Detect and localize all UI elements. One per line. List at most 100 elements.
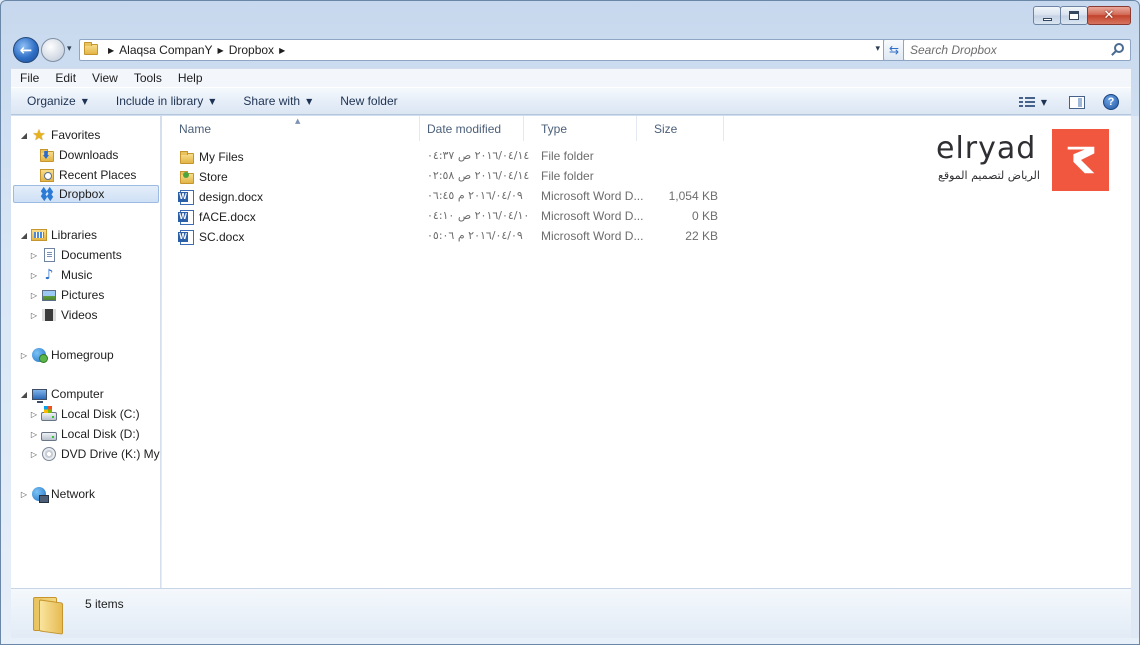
back-button[interactable]: ← bbox=[13, 37, 39, 63]
logo-tagline: الرياض لتصميم الموقع bbox=[938, 169, 1040, 182]
file-type: Microsoft Word D... bbox=[541, 229, 644, 243]
navigation-pane: ◢ ★ Favorites Downloads Recent Places Dr… bbox=[11, 116, 161, 588]
sidebar-item-label: Recent Places bbox=[59, 168, 137, 182]
file-name-label: Store bbox=[199, 170, 228, 184]
collapsed-toggle-icon[interactable]: ▷ bbox=[29, 410, 39, 419]
sidebar-item-videos[interactable]: ▷ Videos bbox=[29, 306, 98, 324]
new-folder-button[interactable]: New folder bbox=[324, 94, 409, 108]
logo-glyph-icon bbox=[1067, 146, 1094, 174]
help-icon[interactable]: ? bbox=[1103, 94, 1119, 110]
expanded-toggle-icon[interactable]: ◢ bbox=[19, 131, 29, 140]
menu-edit[interactable]: Edit bbox=[46, 71, 83, 85]
column-header-date[interactable]: Date modified bbox=[410, 116, 524, 141]
include-in-library-button[interactable]: Include in library ▼ bbox=[100, 94, 228, 108]
breadcrumb-separator-icon[interactable]: ▶ bbox=[218, 46, 224, 55]
libraries-icon bbox=[31, 227, 47, 243]
file-type: Microsoft Word D... bbox=[541, 189, 644, 203]
expanded-toggle-icon[interactable]: ◢ bbox=[19, 390, 29, 399]
file-date: ٢٠١٦/٠٤/٠٩ م ٠٥:٠٦ bbox=[427, 229, 523, 242]
organize-button[interactable]: Organize ▼ bbox=[11, 94, 100, 108]
table-row[interactable]: design.docx ٢٠١٦/٠٤/٠٩ م ٠٦:٤٥ Microsoft… bbox=[162, 186, 722, 206]
close-button[interactable]: ✕ bbox=[1087, 6, 1131, 25]
collapsed-toggle-icon[interactable]: ▷ bbox=[29, 271, 39, 280]
collapsed-toggle-icon[interactable]: ▷ bbox=[29, 291, 39, 300]
collapsed-toggle-icon[interactable]: ▷ bbox=[19, 490, 29, 499]
videos-icon bbox=[41, 307, 57, 323]
collapsed-toggle-icon[interactable]: ▷ bbox=[29, 450, 39, 459]
chevron-down-icon: ▼ bbox=[81, 96, 88, 106]
sidebar-item-local-disk-c[interactable]: ▷ Local Disk (C:) bbox=[29, 405, 140, 423]
sidebar-item-music[interactable]: ▷ ♪ Music bbox=[29, 266, 92, 284]
breadcrumb-separator-icon[interactable]: ▶ bbox=[108, 46, 114, 55]
sidebar-item-label: Documents bbox=[61, 248, 122, 262]
address-history-dropdown-icon[interactable]: ▾ bbox=[875, 44, 880, 54]
command-bar-right: ▼ ? bbox=[1018, 88, 1131, 116]
logo-mark-icon bbox=[1052, 129, 1109, 191]
sidebar-item-label: Local Disk (D:) bbox=[61, 427, 140, 441]
search-icon[interactable] bbox=[1114, 43, 1124, 53]
back-arrow-icon: ← bbox=[19, 40, 33, 59]
sidebar-item-local-disk-d[interactable]: ▷ Local Disk (D:) bbox=[29, 425, 140, 443]
expanded-toggle-icon[interactable]: ◢ bbox=[19, 231, 29, 240]
sidebar-item-label: Favorites bbox=[51, 128, 101, 142]
address-bar[interactable]: ▶ Alaqsa CompanY ▶ Dropbox ▶ ▾ ⇆ bbox=[79, 39, 905, 61]
maximize-button[interactable] bbox=[1060, 6, 1088, 25]
menu-help[interactable]: Help bbox=[169, 71, 210, 85]
dropbox-icon bbox=[39, 186, 55, 202]
sidebar-item-label: Computer bbox=[51, 387, 104, 401]
sidebar-item-pictures[interactable]: ▷ Pictures bbox=[29, 286, 104, 304]
music-icon: ♪ bbox=[44, 267, 54, 283]
recent-pages-button[interactable]: ▾ bbox=[67, 43, 77, 55]
collapsed-toggle-icon[interactable]: ▷ bbox=[19, 351, 29, 360]
column-header-size[interactable]: Size bbox=[637, 116, 724, 141]
breadcrumb-alaqsa-company[interactable]: Alaqsa CompanY bbox=[119, 43, 212, 57]
close-icon: ✕ bbox=[1103, 8, 1115, 23]
sidebar-item-libraries[interactable]: ◢ Libraries bbox=[19, 226, 97, 244]
explorer-window: ✕ ← ▾ ▶ Alaqsa CompanY ▶ Dropbox ▶ ▾ ⇆ F… bbox=[0, 0, 1140, 645]
sidebar-item-network[interactable]: ▷ Network bbox=[19, 485, 95, 503]
column-header-name[interactable]: Name ▲ bbox=[162, 116, 420, 141]
sidebar-item-label: Downloads bbox=[59, 148, 119, 162]
file-list: Name ▲ Date modified Type Size My Files … bbox=[162, 116, 1133, 588]
file-date: ٢٠١٦/٠٤/٠٩ م ٠٦:٤٥ bbox=[427, 189, 523, 202]
table-row[interactable]: My Files ٢٠١٦/٠٤/١٤ ص ٠٤:٣٧ File folder bbox=[162, 146, 722, 166]
sidebar-item-recent-places[interactable]: Recent Places bbox=[39, 166, 136, 184]
collapsed-toggle-icon[interactable]: ▷ bbox=[29, 251, 39, 260]
store-folder-icon bbox=[179, 169, 195, 185]
sidebar-item-dvd-drive[interactable]: ▷ DVD Drive (K:) My D bbox=[29, 445, 160, 463]
item-count: 5 items bbox=[85, 597, 124, 611]
column-header-type[interactable]: Type bbox=[524, 116, 637, 141]
share-with-button[interactable]: Share with ▼ bbox=[227, 94, 324, 108]
forward-button[interactable] bbox=[41, 38, 65, 62]
sidebar-item-homegroup[interactable]: ▷ Homegroup bbox=[19, 346, 114, 364]
sidebar-item-documents[interactable]: ▷ Documents bbox=[29, 246, 122, 264]
file-name: design.docx bbox=[178, 189, 263, 205]
table-row[interactable]: Store ٢٠١٦/٠٤/١٤ ص ٠٢:٥٨ File folder bbox=[162, 166, 722, 186]
dvd-icon bbox=[41, 446, 57, 462]
sidebar-item-favorites[interactable]: ◢ ★ Favorites bbox=[19, 126, 100, 144]
sidebar-item-computer[interactable]: ◢ Computer bbox=[19, 385, 104, 403]
refresh-button[interactable]: ⇆ bbox=[883, 39, 905, 61]
chevron-down-icon: ▼ bbox=[209, 96, 216, 106]
change-view-icon[interactable] bbox=[1018, 96, 1035, 108]
search-input[interactable] bbox=[910, 41, 1110, 59]
minimize-button[interactable] bbox=[1033, 6, 1061, 25]
sidebar-item-dropbox[interactable]: Dropbox bbox=[13, 185, 159, 203]
sidebar-item-downloads[interactable]: Downloads bbox=[39, 146, 118, 164]
table-row[interactable]: fACE.docx ٢٠١٦/٠٤/١٠ ص ٠٤:١٠ Microsoft W… bbox=[162, 206, 722, 226]
table-row[interactable]: SC.docx ٢٠١٦/٠٤/٠٩ م ٠٥:٠٦ Microsoft Wor… bbox=[162, 226, 722, 246]
preview-pane-icon[interactable] bbox=[1069, 95, 1085, 109]
menu-view[interactable]: View bbox=[83, 71, 125, 85]
collapsed-toggle-icon[interactable]: ▷ bbox=[29, 430, 39, 439]
menu-tools[interactable]: Tools bbox=[125, 71, 169, 85]
sidebar-item-label: Dropbox bbox=[59, 187, 105, 201]
breadcrumb-separator-icon[interactable]: ▶ bbox=[279, 46, 285, 55]
drive-icon bbox=[41, 426, 57, 442]
collapsed-toggle-icon[interactable]: ▷ bbox=[29, 311, 39, 320]
column-header-label: Type bbox=[541, 121, 568, 136]
menu-file[interactable]: File bbox=[11, 71, 46, 85]
more-options-icon[interactable]: ▼ bbox=[1041, 98, 1047, 107]
column-header-label: Size bbox=[654, 121, 678, 136]
breadcrumb-dropbox[interactable]: Dropbox bbox=[229, 43, 274, 57]
menu-bar: File Edit View Tools Help bbox=[11, 68, 1131, 87]
